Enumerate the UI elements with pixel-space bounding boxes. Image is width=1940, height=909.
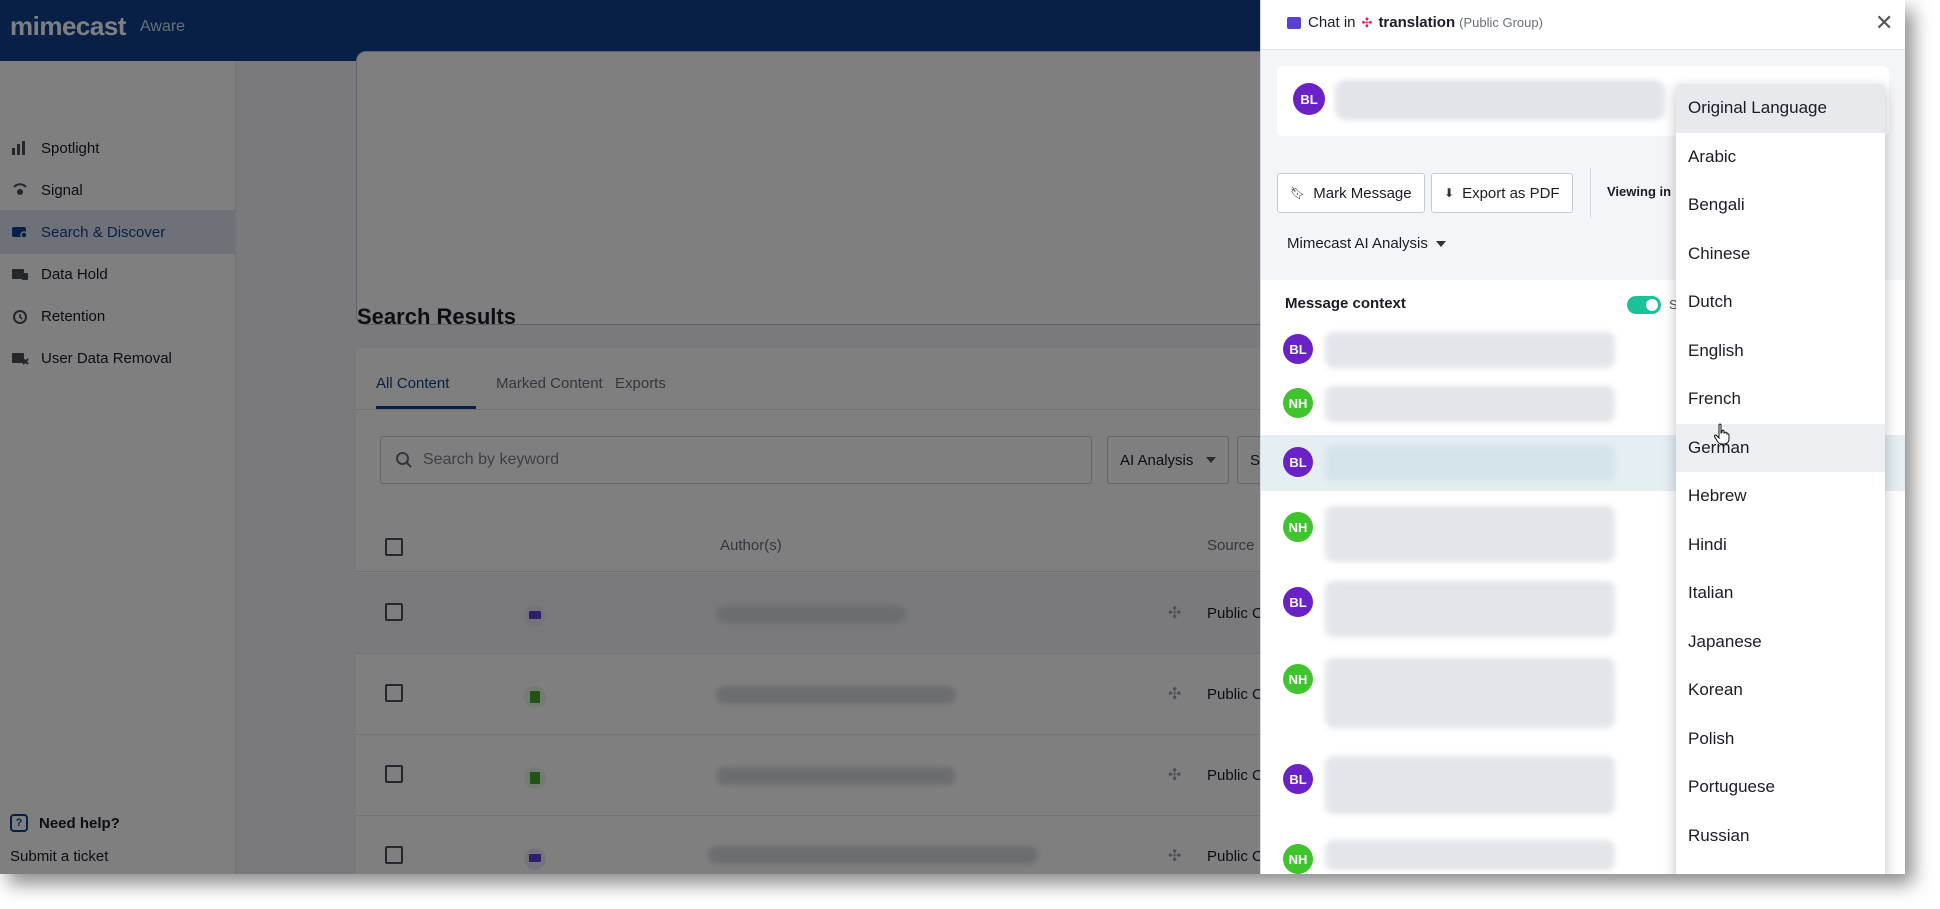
language-option-chinese[interactable]: Chinese (1676, 230, 1885, 279)
bookmark-icon: 🔖︎ (1290, 186, 1306, 200)
language-option-bengali[interactable]: Bengali (1676, 181, 1885, 230)
toolbar-divider (1590, 168, 1591, 218)
context-toggle[interactable] (1627, 296, 1661, 314)
ai-analysis-dropdown[interactable]: Mimecast AI Analysis (1287, 235, 1446, 252)
avatar: BL (1293, 83, 1325, 115)
hand-cursor-icon (1713, 423, 1730, 445)
redacted-message (1325, 506, 1615, 562)
language-option-german[interactable]: German (1676, 423, 1885, 472)
context-title: Message context (1285, 295, 1406, 312)
avatar: BL (1283, 764, 1313, 794)
dropdown-label: Mimecast AI Analysis (1287, 235, 1428, 252)
avatar: NH (1283, 664, 1313, 694)
close-icon[interactable]: ✕ (1875, 10, 1893, 36)
mark-message-button[interactable]: 🔖︎ Mark Message (1277, 173, 1425, 213)
export-pdf-button[interactable]: ⬇ Export as PDF (1431, 173, 1573, 213)
drawer-title: Chat in ✣ translation (Public Group) (1287, 14, 1543, 31)
language-option-dutch[interactable]: Dutch (1676, 278, 1885, 327)
language-option-hebrew[interactable]: Hebrew (1676, 472, 1885, 521)
language-option-polish[interactable]: Polish (1676, 715, 1885, 764)
download-icon: ⬇ (1444, 186, 1455, 200)
app-window: mimecast Aware Spotlight Signal Search &… (0, 0, 1905, 874)
redacted-message (1325, 658, 1615, 728)
title-prefix: Chat in (1308, 14, 1356, 31)
language-option-french[interactable]: French (1676, 375, 1885, 424)
button-label: Mark Message (1313, 184, 1412, 202)
group-type: (Public Group) (1459, 15, 1543, 30)
drawer-header: Chat in ✣ translation (Public Group) ✕ (1261, 0, 1905, 50)
redacted-message (1325, 581, 1615, 637)
avatar: NH (1283, 512, 1313, 542)
redacted-message (1325, 332, 1615, 368)
redacted-message (1325, 840, 1615, 870)
avatar: NH (1283, 388, 1313, 418)
language-option-original[interactable]: Original Language (1676, 84, 1885, 133)
avatar: BL (1283, 334, 1313, 364)
slack-icon: ✣ (1361, 14, 1373, 30)
avatar: BL (1283, 447, 1313, 477)
language-option-english[interactable]: English (1676, 327, 1885, 376)
language-option-korean[interactable]: Korean (1676, 666, 1885, 715)
language-option-portuguese[interactable]: Portuguese (1676, 763, 1885, 812)
redacted-message (1325, 756, 1615, 814)
language-option-arabic[interactable]: Arabic (1676, 133, 1885, 182)
language-option-japanese[interactable]: Japanese (1676, 618, 1885, 667)
language-dropdown-menu: Original Language Arabic Bengali Chinese… (1676, 84, 1885, 874)
language-option-hindi[interactable]: Hindi (1676, 521, 1885, 570)
chevron-down-icon (1435, 240, 1446, 247)
redacted-message (1325, 386, 1615, 422)
redacted-message (1335, 80, 1665, 120)
channel-name: translation (1378, 14, 1456, 31)
redacted-message (1325, 445, 1615, 481)
button-label: Export as PDF (1462, 184, 1560, 202)
avatar: NH (1283, 844, 1313, 874)
language-option-italian[interactable]: Italian (1676, 569, 1885, 618)
avatar: BL (1283, 587, 1313, 617)
modal-backdrop[interactable] (0, 0, 1260, 874)
viewing-in-label: Viewing in (1607, 184, 1672, 199)
language-option-russian[interactable]: Russian (1676, 812, 1885, 861)
chat-icon (1287, 16, 1301, 29)
